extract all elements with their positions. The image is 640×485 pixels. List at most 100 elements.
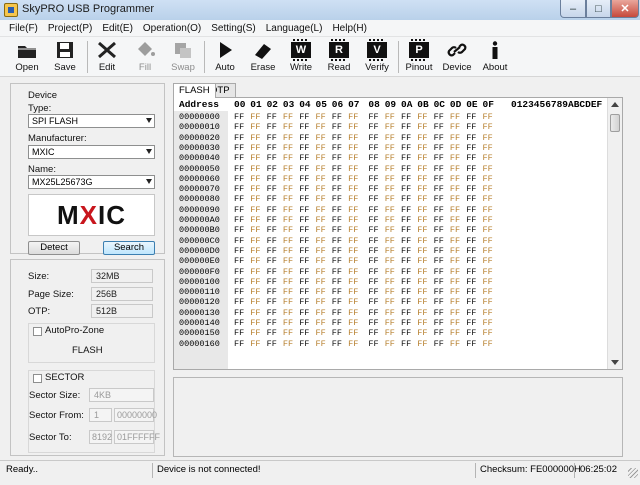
hex-byte[interactable]: FF [401, 174, 411, 184]
hex-byte[interactable]: FF [332, 205, 342, 215]
hex-byte[interactable]: FF [234, 236, 244, 246]
hex-byte[interactable]: FF [368, 174, 378, 184]
hex-byte[interactable]: FF [234, 184, 244, 194]
menu-edit[interactable]: Edit(E) [97, 23, 138, 34]
write-button[interactable]: W Write [283, 39, 319, 75]
tab-flash[interactable]: FLASH [173, 83, 216, 98]
hex-byte[interactable]: FF [332, 122, 342, 132]
hex-byte[interactable]: FF [348, 246, 358, 256]
hex-byte[interactable]: FF [385, 339, 395, 349]
hex-byte[interactable]: FF [332, 287, 342, 297]
hex-byte[interactable]: FF [466, 184, 476, 194]
hex-byte[interactable]: FF [283, 122, 293, 132]
hex-byte[interactable]: FF [466, 318, 476, 328]
hex-byte[interactable]: FF [316, 246, 326, 256]
hex-byte[interactable]: FF [434, 174, 444, 184]
hex-byte[interactable]: FF [434, 153, 444, 163]
hex-byte[interactable]: FF [401, 225, 411, 235]
hex-byte[interactable]: FF [299, 308, 309, 318]
hex-byte[interactable]: FF [332, 184, 342, 194]
hex-byte[interactable]: FF [234, 164, 244, 174]
hex-byte[interactable]: FF [450, 287, 460, 297]
hex-byte[interactable]: FF [417, 297, 427, 307]
hex-byte[interactable]: FF [332, 133, 342, 143]
hex-byte[interactable]: FF [234, 246, 244, 256]
hex-byte[interactable]: FF [283, 236, 293, 246]
hex-byte[interactable]: FF [450, 215, 460, 225]
hex-byte[interactable]: FF [483, 112, 493, 122]
hex-byte[interactable]: FF [283, 164, 293, 174]
hex-byte[interactable]: FF [348, 164, 358, 174]
hex-byte[interactable]: FF [283, 133, 293, 143]
hex-byte[interactable]: FF [450, 112, 460, 122]
hex-byte[interactable]: FF [385, 256, 395, 266]
hex-byte[interactable]: FF [332, 267, 342, 277]
hex-byte[interactable]: FF [466, 256, 476, 266]
scroll-down-icon[interactable] [611, 360, 619, 365]
hex-byte[interactable]: FF [299, 225, 309, 235]
hex-byte[interactable]: FF [466, 133, 476, 143]
hex-byte[interactable]: FF [401, 133, 411, 143]
hex-byte[interactable]: FF [250, 236, 260, 246]
hex-byte[interactable]: FF [368, 277, 378, 287]
auto-button[interactable]: Auto [207, 39, 243, 75]
hex-byte[interactable]: FF [250, 267, 260, 277]
hex-byte[interactable]: FF [267, 246, 277, 256]
hex-byte[interactable]: FF [316, 205, 326, 215]
hex-byte[interactable]: FF [283, 297, 293, 307]
hex-byte[interactable]: FF [316, 277, 326, 287]
open-button[interactable]: Open [9, 39, 45, 75]
hex-byte[interactable]: FF [234, 112, 244, 122]
hex-byte[interactable]: FF [283, 112, 293, 122]
hex-byte[interactable]: FF [466, 194, 476, 204]
hex-byte[interactable]: FF [368, 205, 378, 215]
hex-byte[interactable]: FF [466, 153, 476, 163]
hex-byte[interactable]: FF [385, 194, 395, 204]
hex-byte[interactable]: FF [316, 328, 326, 338]
hex-byte[interactable]: FF [267, 184, 277, 194]
hex-byte[interactable]: FF [466, 277, 476, 287]
hex-byte[interactable]: FF [466, 205, 476, 215]
hex-byte[interactable]: FF [267, 122, 277, 132]
hex-byte[interactable]: FF [234, 215, 244, 225]
hex-byte[interactable]: FF [332, 143, 342, 153]
hex-byte[interactable]: FF [332, 153, 342, 163]
hex-byte[interactable]: FF [250, 143, 260, 153]
hex-byte[interactable]: FF [417, 225, 427, 235]
hex-byte[interactable]: FF [267, 174, 277, 184]
hex-byte[interactable]: FF [267, 225, 277, 235]
hex-byte[interactable]: FF [417, 256, 427, 266]
hex-byte[interactable]: FF [316, 133, 326, 143]
hex-byte[interactable]: FF [332, 112, 342, 122]
hex-byte[interactable]: FF [283, 174, 293, 184]
hex-byte[interactable]: FF [234, 277, 244, 287]
hex-byte[interactable]: FF [250, 225, 260, 235]
edit-button[interactable]: Edit [89, 39, 125, 75]
hex-byte[interactable]: FF [466, 164, 476, 174]
search-button[interactable]: Search [103, 241, 155, 255]
hex-byte[interactable]: FF [234, 256, 244, 266]
hex-byte[interactable]: FF [434, 287, 444, 297]
hex-byte[interactable]: FF [434, 318, 444, 328]
hex-byte[interactable]: FF [299, 256, 309, 266]
hex-byte[interactable]: FF [332, 318, 342, 328]
hex-byte[interactable]: FF [385, 133, 395, 143]
hex-byte[interactable]: FF [450, 205, 460, 215]
hex-byte[interactable]: FF [332, 339, 342, 349]
hex-byte[interactable]: FF [450, 174, 460, 184]
hex-byte[interactable]: FF [450, 236, 460, 246]
hex-byte[interactable]: FF [450, 308, 460, 318]
hex-byte[interactable]: FF [250, 133, 260, 143]
hex-byte[interactable]: FF [348, 339, 358, 349]
hex-byte[interactable]: FF [267, 297, 277, 307]
hex-byte[interactable]: FF [267, 143, 277, 153]
hex-byte[interactable]: FF [348, 256, 358, 266]
hex-byte[interactable]: FF [234, 143, 244, 153]
hex-byte[interactable]: FF [332, 164, 342, 174]
hex-byte[interactable]: FF [483, 318, 493, 328]
hex-byte[interactable]: FF [299, 133, 309, 143]
hex-byte[interactable]: FF [368, 143, 378, 153]
menu-language[interactable]: Language(L) [261, 23, 328, 34]
hex-byte[interactable]: FF [434, 164, 444, 174]
sector-to-end-field[interactable]: 8192 [89, 430, 112, 444]
